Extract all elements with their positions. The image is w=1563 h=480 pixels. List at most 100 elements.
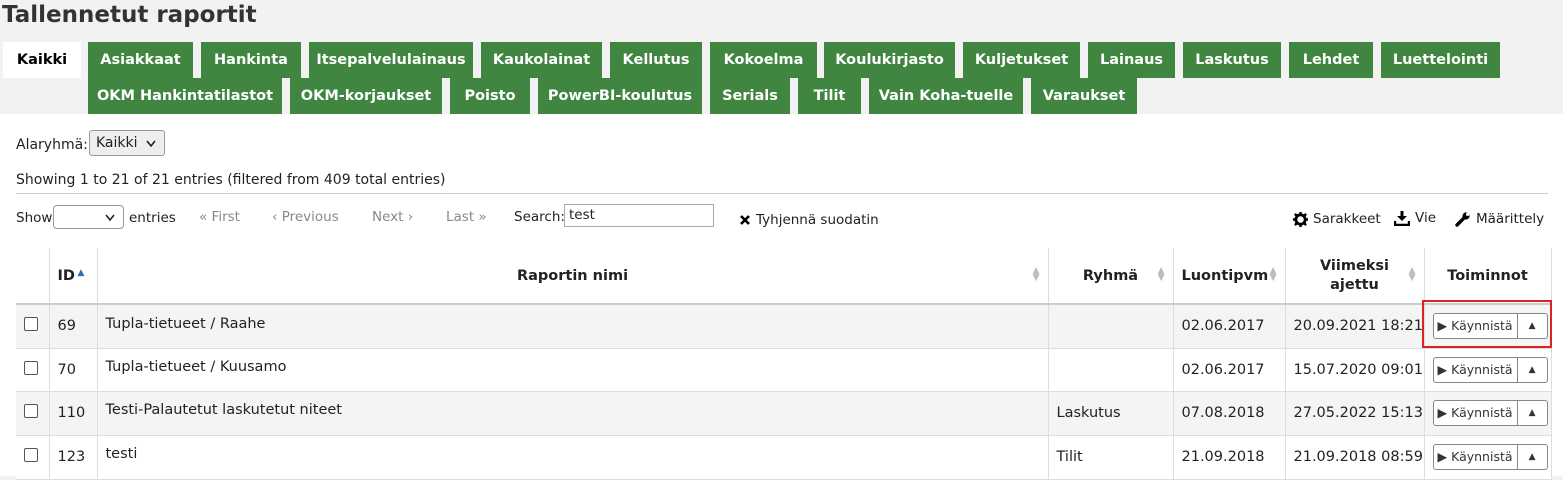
tab-lehdet[interactable]: Lehdet bbox=[1289, 42, 1373, 78]
run-button[interactable]: ▶ Käynnistä bbox=[1432, 400, 1518, 426]
report-id: 70 bbox=[49, 348, 98, 392]
page-length-select[interactable] bbox=[53, 205, 124, 229]
tab-koulukirjasto[interactable]: Koulukirjasto bbox=[824, 42, 955, 78]
tab-laskutus[interactable]: Laskutus bbox=[1183, 42, 1281, 78]
subgroup-value: Kaikki bbox=[96, 135, 138, 151]
report-last-run: 15.07.2020 09:01 bbox=[1285, 348, 1425, 392]
close-icon bbox=[740, 215, 750, 225]
column-header-last-run[interactable]: Viimeksi ajettu ▲ ▼ bbox=[1285, 248, 1425, 305]
tab-kaukolainat[interactable]: Kaukolainat bbox=[481, 42, 602, 78]
row-checkbox[interactable] bbox=[24, 404, 38, 418]
table-row: 70 Tupla-tietueet / Kuusamo 02.06.2017 1… bbox=[16, 348, 1552, 392]
sort-asc-icon: ▲ bbox=[77, 268, 85, 278]
report-last-run: 20.09.2021 18:21 bbox=[1285, 304, 1425, 349]
report-name[interactable]: Testi-Palautetut laskutetut niteet bbox=[97, 391, 1049, 436]
report-name[interactable]: Tupla-tietueet / Raahe bbox=[97, 304, 1049, 349]
tab-asiakkaat[interactable]: Asiakkaat bbox=[88, 42, 193, 78]
columns-label: Sarakkeet bbox=[1313, 211, 1381, 227]
pager-next[interactable]: Next › bbox=[372, 209, 413, 225]
wrench-icon bbox=[1455, 212, 1470, 227]
play-icon: ▶ bbox=[1437, 361, 1452, 377]
tab-okm-hankintatilastot[interactable]: OKM Hankintatilastot bbox=[88, 78, 282, 114]
download-icon bbox=[1394, 210, 1410, 226]
table-row: 69 Tupla-tietueet / Raahe 02.06.2017 20.… bbox=[16, 304, 1552, 349]
report-created: 21.09.2018 bbox=[1173, 435, 1286, 480]
pager-previous[interactable]: ‹ Previous bbox=[272, 209, 339, 225]
tab-powerbi-koulutus[interactable]: PowerBI-koulutus bbox=[538, 78, 702, 114]
caret-up-icon[interactable]: ▲ bbox=[1517, 444, 1548, 470]
reports-table: ID ▲ Raportin nimi ▲ ▼ Ryhmä ▲ ▼ Luontipvm… bbox=[16, 248, 1552, 480]
subgroup-label: Alaryhmä: bbox=[16, 137, 88, 153]
configure-button[interactable]: Määrittely bbox=[1455, 211, 1544, 227]
gear-icon bbox=[1293, 211, 1308, 227]
caret-up-icon[interactable]: ▲ bbox=[1517, 400, 1548, 426]
tab-kaikki[interactable]: Kaikki bbox=[3, 42, 81, 78]
caret-up-icon[interactable]: ▲ bbox=[1517, 356, 1548, 383]
configure-label: Määrittely bbox=[1476, 211, 1545, 227]
row-checkbox[interactable] bbox=[24, 448, 38, 462]
tab-tilit[interactable]: Tilit bbox=[798, 78, 861, 114]
column-header-created[interactable]: Luontipvm ▲ ▼ bbox=[1173, 248, 1286, 305]
play-icon: ▶ bbox=[1437, 449, 1452, 464]
report-last-run: 27.05.2022 15:13 bbox=[1285, 391, 1425, 436]
column-header-group[interactable]: Ryhmä ▲ ▼ bbox=[1048, 248, 1174, 305]
clear-filter-button[interactable]: Tyhjennä suodatin bbox=[739, 212, 879, 228]
report-name[interactable]: testi bbox=[97, 435, 1049, 480]
tab-poisto[interactable]: Poisto bbox=[450, 78, 530, 114]
run-button[interactable]: ▶ Käynnistä bbox=[1432, 356, 1518, 383]
search-input[interactable]: test bbox=[564, 204, 714, 227]
report-group: Laskutus bbox=[1048, 391, 1174, 436]
row-checkbox[interactable] bbox=[24, 317, 38, 332]
subgroup-select[interactable]: Kaikki bbox=[89, 130, 165, 156]
show-label: Show bbox=[16, 210, 53, 226]
tab-hankinta[interactable]: Hankinta bbox=[201, 42, 301, 78]
chevron-down-icon bbox=[146, 140, 156, 148]
tab-itsepalvelulainaus[interactable]: Itsepalvelulainaus bbox=[309, 42, 473, 78]
tab-vain-koha-tuelle[interactable]: Vain Koha-tuelle bbox=[869, 78, 1023, 114]
select-header bbox=[16, 248, 50, 305]
column-header-actions: Toiminnot bbox=[1424, 248, 1552, 305]
report-id: 69 bbox=[49, 304, 98, 349]
report-group bbox=[1048, 304, 1174, 349]
pager-last[interactable]: Last » bbox=[446, 209, 487, 225]
table-row: 123 testi Tilit 21.09.2018 21.09.2018 08… bbox=[16, 435, 1552, 480]
report-created: 02.06.2017 bbox=[1173, 304, 1286, 349]
tab-okm-korjaukset[interactable]: OKM-korjaukset bbox=[290, 78, 442, 114]
report-created: 07.08.2018 bbox=[1173, 391, 1286, 436]
tab-lainaus[interactable]: Lainaus bbox=[1088, 42, 1175, 78]
highlight-box bbox=[1422, 300, 1552, 348]
run-button[interactable]: ▶ Käynnistä bbox=[1432, 444, 1518, 470]
report-name[interactable]: Tupla-tietueet / Kuusamo bbox=[97, 348, 1049, 392]
search-label: Search: bbox=[514, 209, 565, 225]
report-id: 110 bbox=[49, 391, 98, 436]
row-checkbox[interactable] bbox=[24, 360, 38, 375]
columns-button[interactable]: Sarakkeet bbox=[1293, 211, 1381, 227]
table-row: 110 Testi-Palautetut laskutetut niteet L… bbox=[16, 391, 1552, 436]
clear-filter-label: Tyhjennä suodatin bbox=[756, 212, 879, 228]
tab-kokoelma[interactable]: Kokoelma bbox=[710, 42, 817, 78]
entries-label: entries bbox=[129, 210, 176, 226]
export-button[interactable]: Vie bbox=[1394, 210, 1436, 226]
tab-kuljetukset[interactable]: Kuljetukset bbox=[963, 42, 1080, 78]
report-last-run: 21.09.2018 08:59 bbox=[1285, 435, 1425, 480]
sort-icon: ▲ ▼ bbox=[1408, 266, 1416, 283]
entries-info: Showing 1 to 21 of 21 entries (filtered … bbox=[16, 172, 446, 188]
play-icon: ▶ bbox=[1437, 405, 1452, 420]
sort-icon: ▲ ▼ bbox=[1157, 266, 1165, 283]
sort-icon: ▲ ▼ bbox=[1269, 266, 1277, 283]
report-group: Tilit bbox=[1048, 435, 1174, 480]
export-label: Vie bbox=[1415, 210, 1436, 226]
tab-kellutus[interactable]: Kellutus bbox=[610, 42, 702, 78]
chevron-down-icon bbox=[105, 214, 115, 222]
page-title: Tallennetut raportit bbox=[2, 2, 257, 28]
pager-first[interactable]: « First bbox=[199, 209, 240, 225]
column-header-id[interactable]: ID ▲ bbox=[49, 248, 98, 305]
tab-varaukset[interactable]: Varaukset bbox=[1031, 78, 1137, 114]
tab-serials[interactable]: Serials bbox=[710, 78, 790, 114]
column-header-name[interactable]: Raportin nimi ▲ ▼ bbox=[97, 248, 1049, 305]
report-created: 02.06.2017 bbox=[1173, 348, 1286, 392]
tab-luettelointi[interactable]: Luettelointi bbox=[1381, 42, 1500, 78]
report-panel: Alaryhmä: Kaikki Showing 1 to 21 of 21 e… bbox=[0, 114, 1563, 480]
sort-icon: ▲ ▼ bbox=[1032, 266, 1040, 283]
report-group bbox=[1048, 348, 1174, 392]
